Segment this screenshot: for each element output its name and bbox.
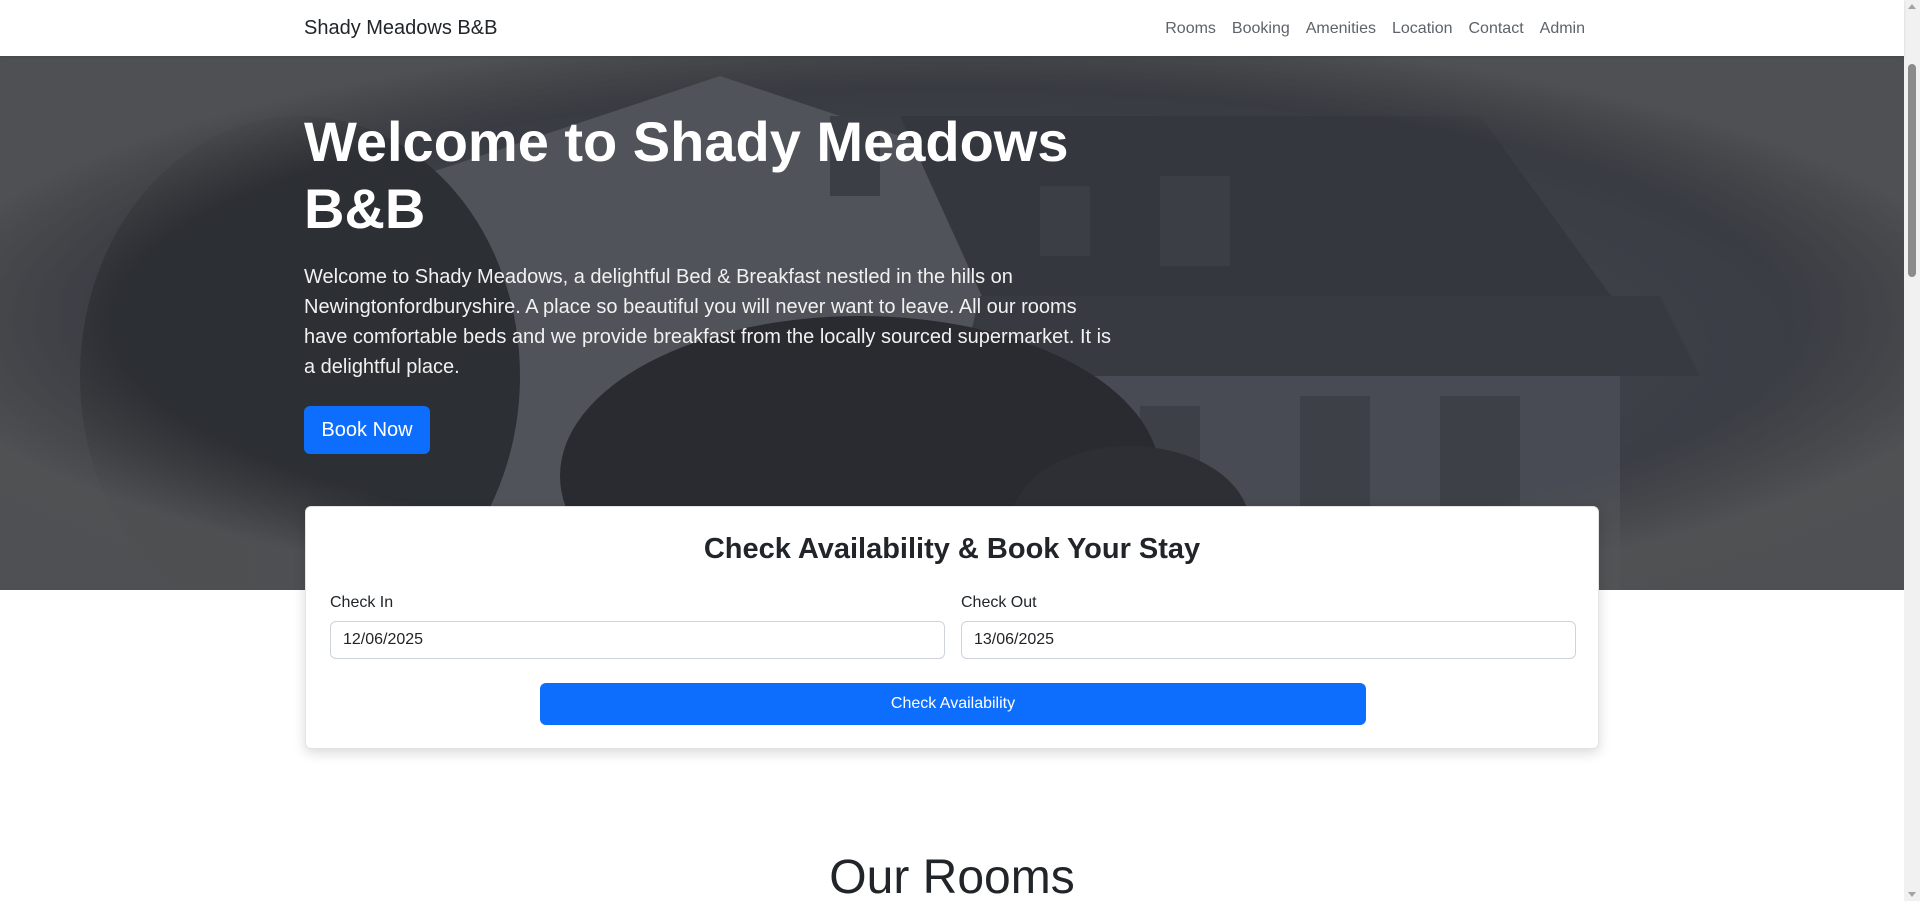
- navbar: Shady Meadows B&B Rooms Booking Amenitie…: [0, 0, 1904, 56]
- nav-link-contact[interactable]: Contact: [1461, 18, 1532, 40]
- hero-title: Welcome to Shady Meadows B&B: [304, 110, 1069, 240]
- check-out-label: Check Out: [961, 594, 1037, 611]
- scrollbar-thumb[interactable]: [1908, 64, 1916, 277]
- booking-card-title: Check Availability & Book Your Stay: [703, 533, 1201, 565]
- scroll-down-arrow-icon[interactable]: [1908, 892, 1916, 897]
- book-now-button[interactable]: Book Now: [304, 406, 430, 454]
- check-out-input[interactable]: [961, 621, 1576, 659]
- scroll-up-arrow-icon[interactable]: [1908, 4, 1916, 9]
- check-in-label: Check In: [330, 594, 394, 611]
- page-scrollbar[interactable]: [1904, 0, 1920, 901]
- nav-links: Rooms Booking Amenities Location Contact…: [1157, 18, 1593, 40]
- nav-link-amenities[interactable]: Amenities: [1298, 18, 1384, 40]
- booking-card: Check Availability & Book Your Stay Chec…: [305, 506, 1599, 749]
- nav-link-admin[interactable]: Admin: [1532, 18, 1593, 40]
- check-availability-button[interactable]: Check Availability: [540, 683, 1366, 725]
- hero-description: Welcome to Shady Meadows, a delightful B…: [304, 266, 1112, 378]
- brand-link[interactable]: Shady Meadows B&B: [304, 16, 497, 40]
- check-in-input[interactable]: [330, 621, 945, 659]
- nav-link-location[interactable]: Location: [1384, 18, 1461, 40]
- rooms-heading: Our Rooms: [829, 851, 1075, 904]
- nav-link-rooms[interactable]: Rooms: [1157, 18, 1224, 40]
- nav-link-booking[interactable]: Booking: [1224, 18, 1298, 40]
